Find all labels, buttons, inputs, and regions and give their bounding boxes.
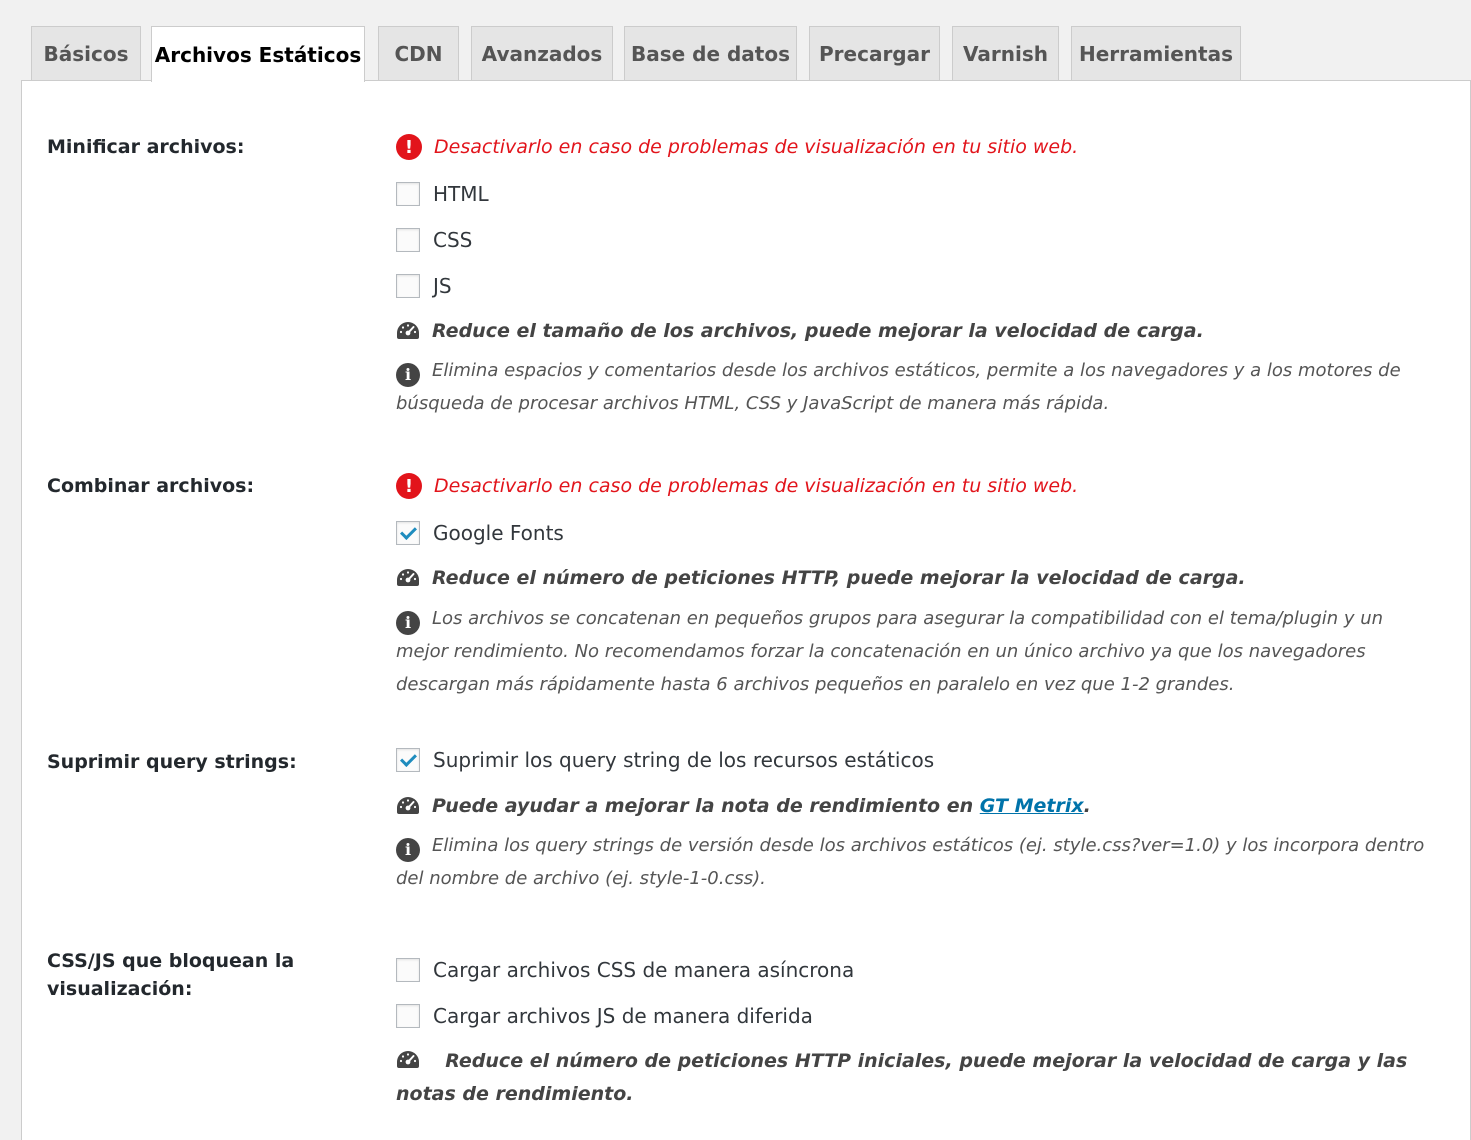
info-circle-icon: i [396, 610, 420, 635]
minify-info: i Elimina espacios y comentarios desde lo… [396, 354, 1426, 420]
dashboard-gauge-icon [396, 796, 420, 816]
tab-herramientas[interactable]: Herramientas [1071, 26, 1241, 80]
combine-info: i Los archivos se concatenan en pequeños … [396, 602, 1426, 701]
minify-css-label: CSS [433, 228, 473, 252]
combine-benefit: Reduce el número de peticiones HTTP, pue… [396, 567, 1246, 589]
exclamation-circle-icon: ! [396, 473, 422, 499]
blocking-label: CSS/JS que bloquean la visualización: [47, 950, 295, 1000]
combine-warning-text: Desactivarlo en caso de problemas de vis… [434, 475, 1079, 497]
tab-base-de-datos[interactable]: Base de datos [624, 26, 797, 80]
google-fonts-label: Google Fonts [433, 521, 564, 545]
tab-avanzados[interactable]: Avanzados [471, 26, 613, 80]
tab-archivos-estaticos[interactable]: Archivos Estáticos [151, 26, 365, 82]
tab-cdn[interactable]: CDN [378, 26, 459, 80]
minify-label: Minificar archivos: [47, 136, 245, 158]
combine-benefit-text: Reduce el número de peticiones HTTP, pue… [432, 567, 1246, 589]
minify-html-checkbox[interactable] [396, 182, 420, 206]
combine-info-text: Los archivos se concatenan en pequeños g… [396, 608, 1384, 695]
minify-benefit: Reduce el tamaño de los archivos, puede … [396, 320, 1204, 342]
exclamation-circle-icon: ! [396, 134, 422, 160]
defer-js-option[interactable]: Cargar archivos JS de manera diferida [396, 1004, 813, 1028]
async-css-option[interactable]: Cargar archivos CSS de manera asíncrona [396, 958, 854, 982]
dashboard-gauge-icon [396, 321, 420, 341]
defer-js-label: Cargar archivos JS de manera diferida [433, 1004, 813, 1028]
combine-warning: ! Desactivarlo en caso de problemas de v… [396, 473, 1078, 499]
query-benefit-prefix: Puede ayudar a mejorar la nota de rendim… [432, 795, 974, 817]
gt-metrix-link[interactable]: GT Metrix [980, 795, 1084, 817]
minify-benefit-text: Reduce el tamaño de los archivos, puede … [432, 320, 1204, 342]
settings-wrap: Básicos Archivos Estáticos CDN Avanzados… [21, 0, 1471, 1140]
minify-html-label: HTML [433, 182, 489, 206]
async-css-label: Cargar archivos CSS de manera asíncrona [433, 958, 855, 982]
minify-warning-text: Desactivarlo en caso de problemas de vis… [434, 136, 1079, 158]
minify-warning: ! Desactivarlo en caso de problemas de v… [396, 134, 1078, 160]
query-benefit-suffix: . [1083, 795, 1091, 817]
query-label: Suprimir query strings: [47, 751, 297, 773]
tab-basicos[interactable]: Básicos [31, 26, 141, 80]
query-info: i Elimina los query strings de versión de… [396, 829, 1426, 895]
info-circle-icon: i [396, 362, 420, 387]
tab-varnish[interactable]: Varnish [952, 26, 1059, 80]
query-strings-option[interactable]: Suprimir los query string de los recurso… [396, 748, 934, 772]
combine-google-fonts-option[interactable]: Google Fonts [396, 521, 564, 545]
info-circle-icon: i [396, 837, 420, 862]
query-benefit: Puede ayudar a mejorar la nota de rendim… [396, 795, 1091, 817]
query-strings-checkbox[interactable] [396, 748, 420, 772]
blocking-benefit-text: Reduce el número de peticiones HTTP inic… [396, 1050, 1408, 1105]
google-fonts-checkbox[interactable] [396, 521, 420, 545]
dashboard-gauge-icon [396, 568, 420, 588]
minify-js-option[interactable]: JS [396, 274, 452, 298]
dashboard-gauge-icon [396, 1050, 420, 1070]
minify-html-option[interactable]: HTML [396, 182, 489, 206]
defer-js-checkbox[interactable] [396, 1004, 420, 1028]
query-info-text: Elimina los query strings de versión des… [396, 835, 1425, 889]
tab-precargar[interactable]: Precargar [809, 26, 940, 80]
minify-js-checkbox[interactable] [396, 274, 420, 298]
combine-label: Combinar archivos: [47, 475, 255, 497]
minify-info-text: Elimina espacios y comentarios desde los… [396, 360, 1401, 414]
minify-css-option[interactable]: CSS [396, 228, 472, 252]
blocking-benefit: Reduce el número de peticiones HTTP inic… [396, 1045, 1426, 1111]
async-css-checkbox[interactable] [396, 958, 420, 982]
query-strings-label: Suprimir los query string de los recurso… [433, 748, 935, 772]
minify-css-checkbox[interactable] [396, 228, 420, 252]
settings-panel: Minificar archivos: ! Desactivarlo en ca… [21, 80, 1471, 1140]
minify-js-label: JS [433, 274, 452, 298]
